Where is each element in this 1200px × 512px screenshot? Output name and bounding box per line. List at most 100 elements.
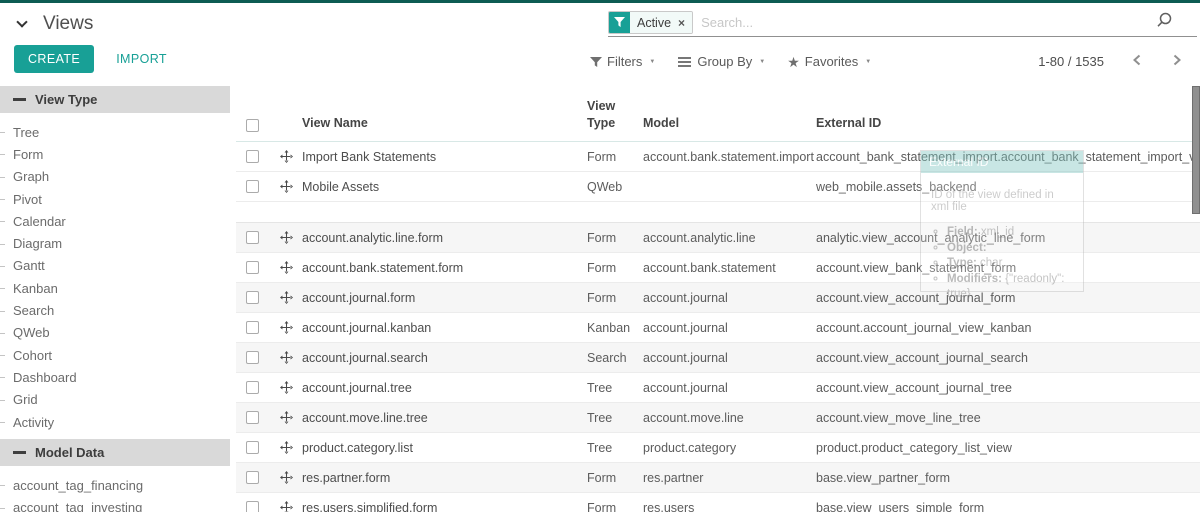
filter-item[interactable]: account_tag_investing bbox=[0, 496, 230, 512]
external-id-cell: account.view_account_journal_search bbox=[816, 351, 1200, 365]
row-checkbox[interactable] bbox=[246, 441, 259, 454]
filter-item[interactable]: Activity bbox=[0, 411, 230, 433]
row-checkbox[interactable] bbox=[246, 321, 259, 334]
filter-item[interactable]: account_tag_financing bbox=[0, 474, 230, 496]
facet-body: Active × bbox=[630, 12, 692, 33]
view-name-cell: Import Bank Statements bbox=[302, 150, 587, 164]
view-name-cell: account.journal.form bbox=[302, 291, 587, 305]
vertical-scrollbar-thumb[interactable] bbox=[1192, 86, 1200, 214]
page-title: Views bbox=[43, 13, 93, 35]
row-checkbox[interactable] bbox=[246, 351, 259, 364]
drag-handle-icon[interactable] bbox=[280, 261, 293, 274]
filter-section: Model Data account_tag_financing account… bbox=[0, 439, 230, 512]
row-checkbox[interactable] bbox=[246, 291, 259, 304]
drag-handle-icon[interactable] bbox=[280, 231, 293, 244]
filter-item[interactable]: Form bbox=[0, 143, 230, 165]
table-row[interactable]: Mobile Assets QWeb web_mobile.assets_bac… bbox=[236, 172, 1200, 202]
model-cell: res.partner bbox=[643, 471, 816, 485]
filter-item[interactable]: Graph bbox=[0, 166, 230, 188]
pager-previous-button[interactable] bbox=[1130, 52, 1144, 71]
table-row[interactable]: product.category.list Tree product.categ… bbox=[236, 433, 1200, 463]
drag-handle-icon[interactable] bbox=[280, 321, 293, 334]
drag-handle-icon[interactable] bbox=[280, 501, 293, 512]
view-type-cell: Form bbox=[587, 261, 643, 275]
external-id-cell: account.account_journal_view_kanban bbox=[816, 321, 1200, 335]
table-row[interactable]: account.journal.kanban Kanban account.jo… bbox=[236, 313, 1200, 343]
drag-handle-icon[interactable] bbox=[280, 150, 293, 163]
caret-down-icon: ▼ bbox=[865, 59, 871, 65]
filter-section-title: Model Data bbox=[35, 445, 104, 460]
filters-dropdown[interactable]: Filters ▼ bbox=[590, 54, 655, 69]
column-header-model[interactable]: Model bbox=[643, 115, 816, 132]
column-header-view-name[interactable]: View Name bbox=[302, 115, 587, 132]
filter-item[interactable]: Cohort bbox=[0, 344, 230, 366]
table-row[interactable]: account.bank.statement.form Form account… bbox=[236, 253, 1200, 283]
external-id-cell: base.view_users_simple_form bbox=[816, 501, 1200, 512]
row-checkbox[interactable] bbox=[246, 381, 259, 394]
table-row[interactable]: account.journal.form Form account.journa… bbox=[236, 283, 1200, 313]
row-checkbox[interactable] bbox=[246, 261, 259, 274]
drag-handle-icon[interactable] bbox=[280, 291, 293, 304]
view-name-cell: account.analytic.line.form bbox=[302, 231, 587, 245]
filter-section-header: View Type bbox=[0, 86, 230, 113]
filter-item[interactable]: Gantt bbox=[0, 255, 230, 277]
filter-item[interactable]: Calendar bbox=[0, 210, 230, 232]
dash-icon bbox=[13, 451, 26, 454]
search-input[interactable] bbox=[693, 15, 1155, 30]
table-row[interactable]: res.partner.form Form res.partner base.v… bbox=[236, 463, 1200, 493]
view-type-cell: Tree bbox=[587, 381, 643, 395]
collapse-chevron-icon[interactable] bbox=[16, 16, 27, 27]
group-by-dropdown[interactable]: Group By ▼ bbox=[677, 54, 765, 69]
filter-item[interactable]: Kanban bbox=[0, 277, 230, 299]
filter-item[interactable]: Search bbox=[0, 299, 230, 321]
table-row[interactable]: account.journal.tree Tree account.journa… bbox=[236, 373, 1200, 403]
row-checkbox[interactable] bbox=[246, 501, 259, 512]
filter-item[interactable]: QWeb bbox=[0, 322, 230, 344]
drag-handle-icon[interactable] bbox=[280, 180, 293, 193]
drag-handle-icon[interactable] bbox=[280, 381, 293, 394]
create-button[interactable]: CREATE bbox=[14, 45, 94, 73]
filter-item[interactable]: Grid bbox=[0, 389, 230, 411]
search-facet-active[interactable]: Active × bbox=[608, 11, 693, 34]
drag-handle-icon[interactable] bbox=[280, 351, 293, 364]
table-row[interactable]: account.journal.search Search account.jo… bbox=[236, 343, 1200, 373]
view-type-cell: Search bbox=[587, 351, 643, 365]
favorites-dropdown[interactable]: ★ Favorites ▼ bbox=[787, 54, 871, 69]
table-row[interactable]: Import Bank Statements Form account.bank… bbox=[236, 142, 1200, 172]
filter-item[interactable]: Tree bbox=[0, 121, 230, 143]
search-magnifier-icon[interactable] bbox=[1155, 11, 1173, 34]
import-button[interactable]: IMPORT bbox=[116, 52, 167, 66]
row-checkbox[interactable] bbox=[246, 150, 259, 163]
control-panel-row1: Views Active × bbox=[0, 3, 1200, 43]
row-checkbox[interactable] bbox=[246, 231, 259, 244]
table-row[interactable]: res.users.simplified.form Form res.users… bbox=[236, 493, 1200, 512]
column-header-view-type[interactable]: View Type bbox=[587, 98, 635, 132]
model-cell: account.move.line bbox=[643, 411, 816, 425]
caret-down-icon: ▼ bbox=[759, 59, 765, 65]
external-id-cell: base.view_partner_form bbox=[816, 471, 1200, 485]
column-header-external-id[interactable]: External ID bbox=[816, 115, 1200, 132]
facet-label: Active bbox=[637, 16, 671, 30]
drag-handle-icon[interactable] bbox=[280, 441, 293, 454]
row-checkbox[interactable] bbox=[246, 471, 259, 484]
drag-handle-icon[interactable] bbox=[280, 411, 293, 424]
drag-handle-icon[interactable] bbox=[280, 471, 293, 484]
favorites-label: Favorites bbox=[805, 54, 858, 69]
filter-section-header: Model Data bbox=[0, 439, 230, 466]
row-checkbox[interactable] bbox=[246, 180, 259, 193]
external-id-cell: account.view_account_journal_form bbox=[816, 291, 1200, 305]
pager-next-button[interactable] bbox=[1170, 52, 1184, 71]
funnel-icon bbox=[590, 56, 602, 68]
table-header: View Name View Type Model External ID bbox=[236, 80, 1200, 142]
table-row[interactable]: account.analytic.line.form Form account.… bbox=[236, 223, 1200, 253]
row-checkbox[interactable] bbox=[246, 411, 259, 424]
filter-item[interactable]: Diagram bbox=[0, 232, 230, 254]
caret-down-icon: ▼ bbox=[649, 59, 655, 65]
facet-remove-icon[interactable]: × bbox=[678, 16, 685, 30]
model-cell: account.bank.statement bbox=[643, 261, 816, 275]
table-row[interactable]: account.move.line.tree Tree account.move… bbox=[236, 403, 1200, 433]
select-all-checkbox[interactable] bbox=[246, 119, 259, 132]
view-type-cell: Form bbox=[587, 150, 643, 164]
filter-item[interactable]: Pivot bbox=[0, 188, 230, 210]
filter-item[interactable]: Dashboard bbox=[0, 366, 230, 388]
